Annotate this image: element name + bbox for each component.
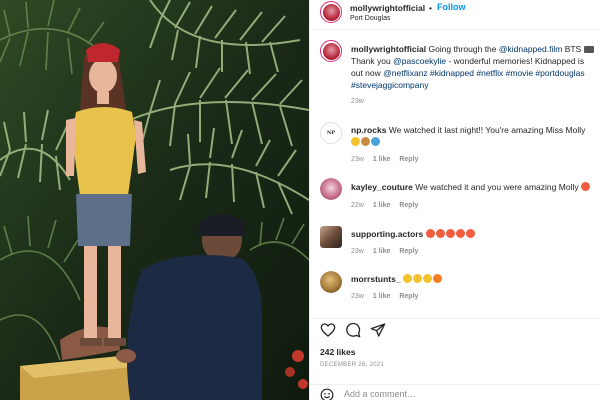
comment-body: We watched it last night!! You're amazin… [386,125,586,135]
comment-meta: 23w 1 like Reply [351,248,427,255]
clapping-emoji-icon [412,274,422,283]
comment-icon[interactable] [345,322,361,338]
likes-count[interactable]: 242 likes [320,347,355,357]
caption-link-company[interactable]: #stevejaggicompany [351,80,429,90]
smile-icon[interactable] [320,388,334,400]
reply-button[interactable]: Reply [399,156,418,163]
comment-time[interactable]: 22w [351,202,364,209]
commenter-avatar[interactable] [320,226,342,248]
caption-link-hashtags[interactable]: @netflixanz #kidnapped #netflix #movie #… [383,68,584,78]
comment-likes[interactable]: 1 like [373,248,391,255]
heart-eyes-emoji-icon [435,229,445,238]
fire-emoji-icon [432,274,442,283]
caption-meta: 23w [351,98,373,105]
caption-line2-b: - wonderful memories! Kidnapped is [446,56,585,66]
post-photo-image [0,0,309,400]
reply-button[interactable]: Reply [399,248,418,255]
commenter-avatar[interactable] [320,271,342,293]
reply-button[interactable]: Reply [399,293,418,300]
author-avatar[interactable] [320,1,342,23]
action-bar [310,318,600,338]
clapping-emoji-icon [422,274,432,283]
comment-likes[interactable]: 1 like [373,156,391,163]
paper-plane-icon[interactable] [370,322,386,338]
comment-username[interactable]: np.rocks [351,125,386,135]
caption-line2-a: Thank you [351,56,394,66]
comment-text: kayley_couture We watched it and you wer… [351,181,596,193]
caption-text-1: Going through the [426,44,499,54]
heart-eyes-emoji-icon [465,229,475,238]
comment-text: supporting.actors [351,228,596,240]
comment-likes[interactable]: 1 like [373,293,391,300]
comment-username[interactable]: supporting.actors [351,229,423,239]
comment-meta: 23w 1 like Reply [351,156,427,163]
star-emoji-icon [351,137,360,146]
heart-eyes-emoji-icon [580,182,590,191]
comment-username[interactable]: morrstunts_ [351,274,401,284]
comment-time[interactable]: 23w [351,293,364,300]
comment-meta: 23w 1 like Reply [351,293,427,300]
comment-likes[interactable]: 1 like [373,202,391,209]
comment-body: We watched it and you were amazing Molly [412,182,579,192]
comment-text: np.rocks We watched it last night!! You'… [351,124,596,148]
caption-link-pascoekylie[interactable]: @pascoekylie [393,56,446,66]
comment-time[interactable]: 23w [351,156,364,163]
heart-eyes-emoji-icon [455,229,465,238]
clapper-emoji-icon [583,46,594,53]
comment-time[interactable]: 23w [351,248,364,255]
caption-text-2: BTS [562,44,584,54]
caption-line3-a: out now [351,68,384,78]
post-location[interactable]: Port Douglas [350,15,390,22]
post-header: mollywrightofficial • Follow Port Dougla… [310,0,600,30]
reply-button[interactable]: Reply [399,202,418,209]
add-comment-input[interactable] [344,388,544,400]
author-username[interactable]: mollywrightofficial [350,3,425,13]
commenter-avatar[interactable]: NP [320,122,342,144]
comment-text: morrstunts_ [351,273,596,285]
commenter-avatar[interactable] [320,178,342,200]
caption-text: mollywrightofficial Going through the @k… [351,43,596,91]
follow-button[interactable]: Follow [437,2,466,12]
emoji-icon [371,137,380,146]
post-side-panel: mollywrightofficial • Follow Port Dougla… [309,0,600,400]
separator-dot: • [429,3,432,13]
caption-time[interactable]: 23w [351,98,364,105]
post-photo[interactable] [0,0,309,400]
caption-link-kidnapped[interactable]: @kidnapped.film [499,44,562,54]
comment-username[interactable]: kayley_couture [351,182,413,192]
heart-eyes-emoji-icon [425,229,435,238]
post-date[interactable]: DECEMBER 26, 2021 [320,362,384,368]
sparkle-emoji-icon [361,137,370,146]
heart-eyes-emoji-icon [445,229,455,238]
comment-meta: 22w 1 like Reply [351,202,427,209]
raised-hands-emoji-icon [402,274,412,283]
caption-author-avatar[interactable] [320,40,342,62]
heart-icon[interactable] [320,322,336,338]
add-comment-bar [310,384,600,400]
caption-username[interactable]: mollywrightofficial [351,44,426,54]
